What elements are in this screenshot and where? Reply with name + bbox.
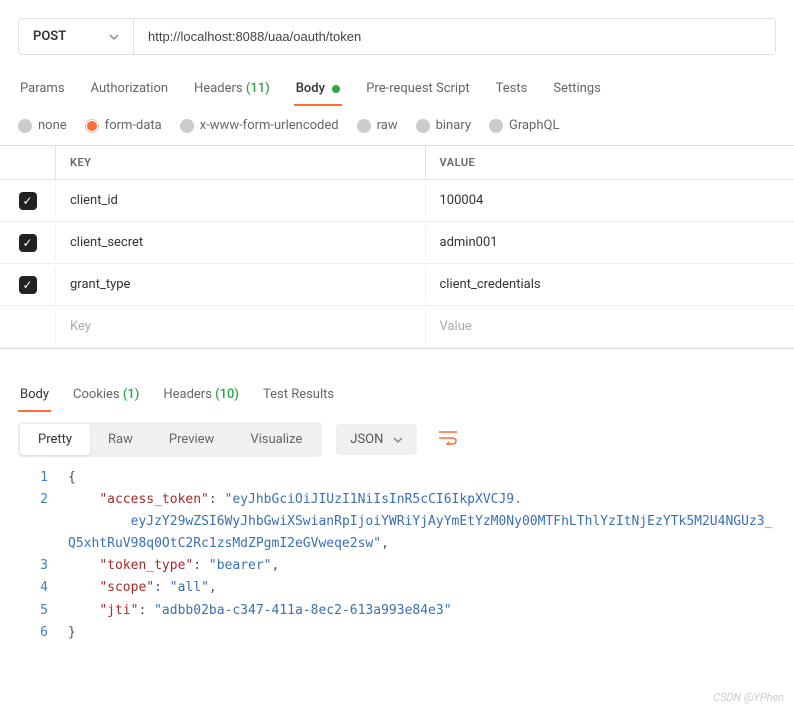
mode-raw[interactable]: Raw xyxy=(90,424,151,455)
response-tabs: Body Cookies (1) Headers (10) Test Resul… xyxy=(18,379,776,412)
mode-pretty[interactable]: Pretty xyxy=(20,424,90,455)
radio-graphql[interactable]: GraphQL xyxy=(489,118,559,133)
formdata-table: KEY VALUE ✓ client_id 100004 ✓ client_se… xyxy=(0,145,794,349)
row-checkbox[interactable]: ✓ xyxy=(19,276,37,294)
tab-headers[interactable]: Headers (11) xyxy=(192,73,272,106)
request-tabs: Params Authorization Headers (11) Body P… xyxy=(0,73,794,106)
url-bar: POST xyxy=(18,18,776,55)
response-section: Body Cookies (1) Headers (10) Test Resul… xyxy=(0,379,794,644)
tab-settings[interactable]: Settings xyxy=(551,73,602,106)
watermark: CSDN @YPhen xyxy=(713,691,784,704)
cell-value[interactable]: client_credentials xyxy=(426,267,794,302)
col-key: KEY xyxy=(55,146,426,179)
table-row: ✓ client_secret admin001 xyxy=(0,222,794,264)
resp-tab-tests[interactable]: Test Results xyxy=(261,379,336,412)
tab-authorization[interactable]: Authorization xyxy=(89,73,171,106)
cell-key[interactable]: client_id xyxy=(55,183,426,218)
method-select[interactable]: POST xyxy=(19,19,134,54)
col-value: VALUE xyxy=(426,146,794,179)
table-row: ✓ grant_type client_credentials xyxy=(0,264,794,306)
cell-key[interactable]: client_secret xyxy=(55,225,426,260)
body-type-radios: none form-data x-www-form-urlencoded raw… xyxy=(0,106,794,145)
wrap-lines-button[interactable] xyxy=(431,425,465,455)
chevron-down-icon xyxy=(109,32,119,42)
cell-value[interactable]: admin001 xyxy=(426,225,794,260)
url-input[interactable] xyxy=(134,19,775,54)
body-indicator-dot xyxy=(332,85,340,93)
row-checkbox[interactable]: ✓ xyxy=(19,192,37,210)
new-key-input[interactable]: Key xyxy=(55,309,426,344)
table-header: KEY VALUE xyxy=(0,146,794,180)
tab-body[interactable]: Body xyxy=(294,73,343,106)
table-row: ✓ client_id 100004 xyxy=(0,180,794,222)
radio-raw[interactable]: raw xyxy=(357,118,398,133)
radio-binary[interactable]: binary xyxy=(416,118,471,133)
cell-value[interactable]: 100004 xyxy=(426,183,794,218)
headers-count: (11) xyxy=(246,81,270,96)
mode-visualize[interactable]: Visualize xyxy=(232,424,320,455)
row-checkbox[interactable]: ✓ xyxy=(19,234,37,252)
response-toolbar: Pretty Raw Preview Visualize JSON xyxy=(18,422,776,457)
tab-prerequest[interactable]: Pre-request Script xyxy=(364,73,471,106)
new-value-input[interactable]: Value xyxy=(426,309,794,344)
resp-tab-body[interactable]: Body xyxy=(18,379,51,412)
cell-key[interactable]: grant_type xyxy=(55,267,426,302)
wrap-icon xyxy=(439,431,457,445)
content-type-select[interactable]: JSON xyxy=(336,424,417,455)
chevron-down-icon xyxy=(393,435,403,445)
method-label: POST xyxy=(33,29,66,44)
radio-none[interactable]: none xyxy=(18,118,67,133)
mode-preview[interactable]: Preview xyxy=(151,424,232,455)
radio-formdata[interactable]: form-data xyxy=(85,118,162,133)
table-row-new[interactable]: Key Value xyxy=(0,306,794,348)
radio-xwww[interactable]: x-www-form-urlencoded xyxy=(180,118,339,133)
resp-tab-headers[interactable]: Headers (10) xyxy=(161,379,241,412)
tab-params[interactable]: Params xyxy=(18,73,67,106)
tab-tests[interactable]: Tests xyxy=(494,73,530,106)
response-body-json[interactable]: 1{2 "access_token": "eyJhbGciOiJIUzI1NiI… xyxy=(18,467,776,644)
resp-tab-cookies[interactable]: Cookies (1) xyxy=(71,379,141,412)
